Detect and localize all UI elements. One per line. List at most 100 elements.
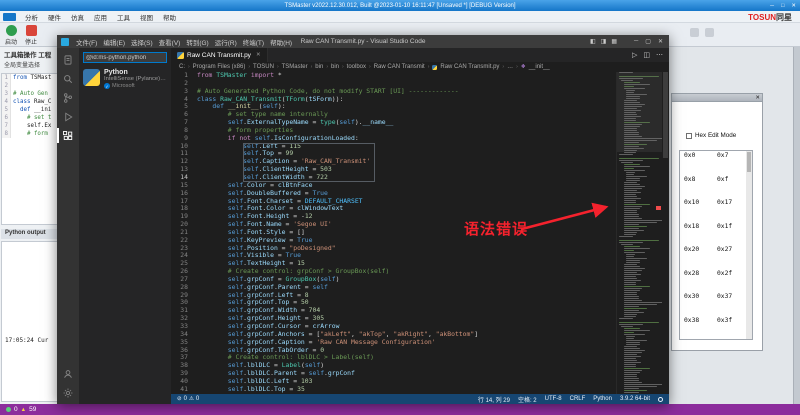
ribbon-tab[interactable]: 帮助 [158,11,181,23]
extension-card[interactable]: Python IntelliSense (Pylance), Linti… ✓ … [79,67,171,91]
hex-row[interactable]: 0x20 0x27 [680,245,752,269]
menu-item[interactable]: 转到(G) [183,37,211,47]
hex-row[interactable]: 0x18 0x1f [680,222,752,246]
hex-value-list[interactable]: 0x0 0x7 0x8 0xf 0x10 0x17 0x18 0x1f 0x20 0x27 0x28… [679,150,753,340]
settings-gear-icon[interactable] [57,383,79,402]
breadcrumb-item[interactable]: Raw CAN Transmit [374,64,425,70]
menu-item[interactable]: 帮助(H) [267,37,295,47]
breadcrumb-item[interactable]: toolbox [347,64,366,70]
code-area[interactable]: from TSMaster import * # Auto Generated P… [193,72,616,394]
python-interpreter[interactable]: 3.9.2 64-bit [620,396,650,402]
problems-indicator[interactable]: ⊘ 0 ⚠ 0 [177,396,199,402]
screen: TSMaster v2022.12.30.012, Built @2023-01… [0,0,800,415]
bell-icon[interactable] [658,396,663,402]
hex-row[interactable]: 0x28 0x2f [680,269,752,293]
eol-sequence[interactable]: CRLF [570,396,586,402]
code-editor[interactable]: 1 2 3 4 5 6 7 8 9 10 11 12 13 14 15 16 17 18 19 20 21 22 23 24 2… [171,71,669,394]
start-icon [5,25,17,36]
toolbar-button[interactable]: 启动 [5,25,17,46]
close-icon[interactable]: ✕ [755,94,760,102]
menu-item[interactable]: 终端(T) [240,37,267,47]
ribbon-tab[interactable]: 分析 [20,11,43,23]
breadcrumb-item[interactable]: bin [315,64,323,70]
breadcrumb-item[interactable]: … [507,64,513,70]
minimize-icon[interactable]: ─ [634,38,638,45]
ribbon-tab[interactable]: 工具 [112,11,135,23]
ribbon-tab[interactable]: 视图 [135,11,158,23]
hex-row[interactable]: 0x0 0x7 [680,151,752,175]
hex-window-titlebar[interactable]: ✕ [671,93,763,102]
toolbar-button[interactable]: 停止 [25,25,37,46]
toggle-sidebar-icon[interactable]: ◧ [590,38,596,45]
line-number: 2 [184,78,188,87]
extensions-icon[interactable] [57,126,79,145]
ribbon-tab[interactable]: 仿真 [66,11,89,23]
ribbon-tab[interactable]: 硬件 [43,11,66,23]
hex-value: 0x37 [717,293,733,300]
breadcrumb-item[interactable]: bin [331,64,339,70]
encoding[interactable]: UTF-8 [545,396,562,402]
close-tab-icon[interactable]: ✕ [256,52,261,58]
hex-value: 0xf [717,175,729,183]
run-debug-icon[interactable] [57,107,79,126]
hex-edit-mode-checkbox[interactable]: Hex Edit Mode [686,132,736,139]
breadcrumb-item[interactable]: Program Files (x86) [193,64,246,70]
chevron-right-icon: › [502,64,505,70]
line-number: 1 [2,74,11,82]
account-icon[interactable] [57,364,79,383]
customize-layout-icon[interactable]: ▦ [611,38,617,45]
hex-row[interactable]: 0x10 0x17 [680,198,752,222]
explorer-icon[interactable] [57,50,79,69]
warning-count: 0 [195,396,200,402]
maximize-icon[interactable]: □ [781,3,784,9]
extensions-search-input[interactable] [83,52,167,63]
restore-icon[interactable]: ▢ [645,38,651,45]
source-control-icon[interactable] [57,88,79,107]
toolbar-icon[interactable] [705,28,714,37]
breadcrumb-item[interactable]: __init__ [529,64,550,70]
language-mode[interactable]: Python [593,396,612,402]
hex-list-scrollbar[interactable] [746,151,752,339]
menu-item[interactable]: 运行(R) [212,37,240,47]
minimap[interactable] [616,72,662,394]
minimap-slider[interactable] [617,72,662,152]
chevron-right-icon: › [516,64,518,70]
app-menu-button[interactable] [3,12,16,21]
close-icon[interactable]: ✕ [658,38,663,45]
tsmaster-title: TSMaster v2022.12.30.012, Built @2023-01… [284,2,516,9]
vscode-window: 文件(F) 编辑(E) 选择(S) 查看(V) 转到(G) 运行(R) 终端(T) 帮助(H)… [57,35,669,404]
left-panel-subtitle[interactable]: 全局变量选择 [4,60,40,69]
indentation[interactable]: 空格: 2 [518,395,537,404]
minimize-icon[interactable]: ─ [770,3,774,9]
vscode-logo-icon [61,37,69,46]
hex-value: 0x17 [717,199,733,206]
breadcrumb-item[interactable]: TOSUN [253,64,274,70]
hex-row[interactable]: 0x38 0x3f [680,316,752,340]
menu-item[interactable]: 文件(F) [73,37,100,47]
split-editor-icon[interactable]: ◫ [643,51,650,59]
hex-value: 0x7 [717,152,729,159]
breadcrumb-item[interactable]: TSMaster [282,64,308,70]
more-actions-icon[interactable]: ⋯ [656,51,663,59]
scrollbar-thumb[interactable] [663,72,668,158]
ribbon-tab[interactable]: 应用 [89,11,112,23]
hex-row[interactable]: 0x30 0x37 [680,292,752,316]
tab-raw-can-transmit-py[interactable]: Raw CAN Transmit.py ✕ [171,48,268,62]
checkbox-icon [686,132,692,139]
run-python-file-icon[interactable]: ▷ [632,51,637,59]
toolbar-icon[interactable] [690,28,699,37]
close-icon[interactable]: ✕ [791,3,796,9]
breadcrumb-item[interactable]: C: [179,64,185,70]
hex-row[interactable]: 0x8 0xf [680,175,752,199]
breadcrumb-item[interactable]: Raw CAN Transmit.py [440,64,499,70]
toggle-panel-icon[interactable]: ◨ [601,38,607,45]
menu-item[interactable]: 查看(V) [156,37,184,47]
menu-item[interactable]: 编辑(E) [100,37,128,47]
cursor-position[interactable]: 行 14, 列 29 [478,395,510,404]
editor-scrollbar[interactable] [662,72,669,394]
status-warning-icon: ▲ [20,406,27,413]
hex-value: 0x28 [684,269,700,277]
search-icon[interactable] [57,69,79,88]
menu-item[interactable]: 选择(S) [128,37,156,47]
line-number: 4 [2,98,11,106]
